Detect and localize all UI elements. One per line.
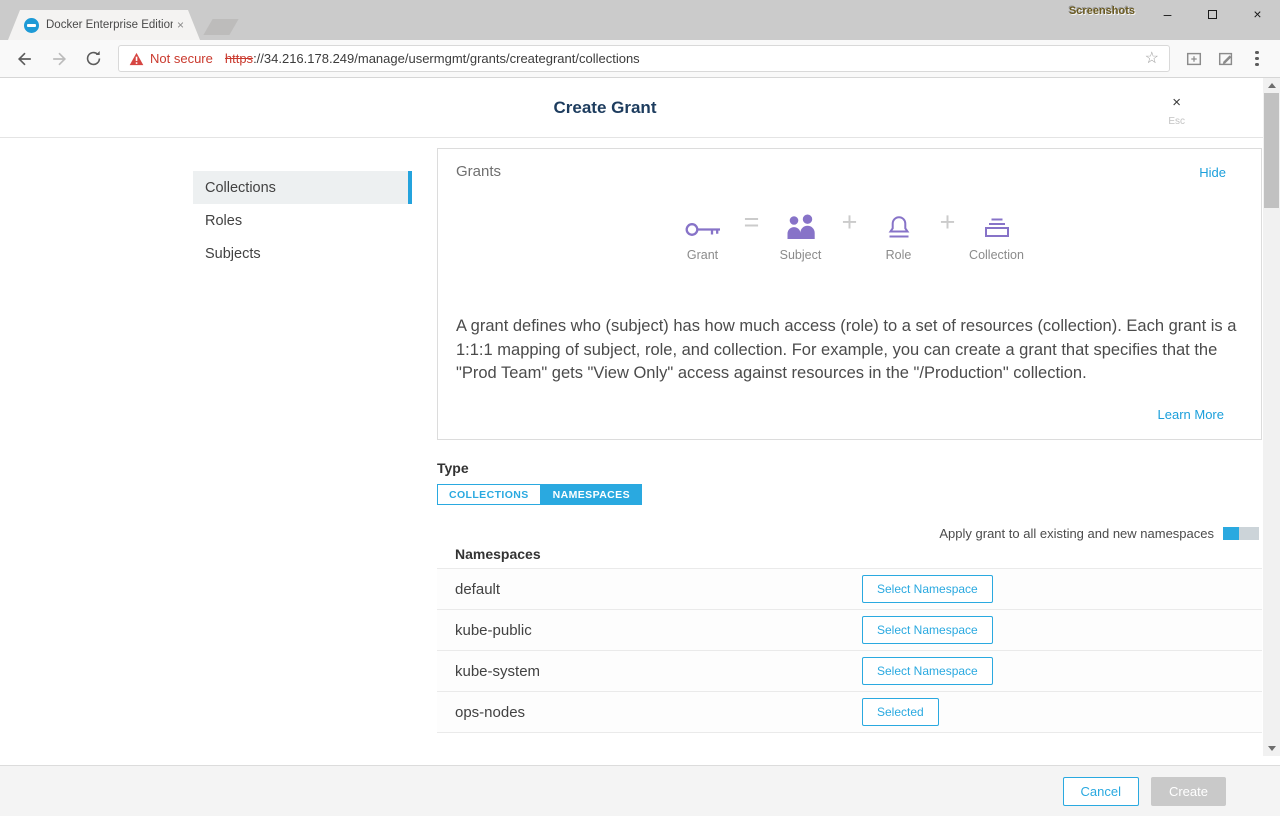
new-tab-button[interactable] [203, 19, 238, 35]
selected-namespace-button[interactable]: Selected [862, 698, 939, 726]
scroll-down-icon[interactable] [1263, 741, 1280, 756]
modal-header: Create Grant × Esc [0, 78, 1280, 138]
people-icon [784, 207, 818, 239]
scroll-up-icon[interactable] [1263, 78, 1280, 93]
table-row: default Select Namespace [437, 569, 1262, 610]
refresh-icon[interactable] [80, 46, 106, 72]
maximize-button[interactable] [1190, 0, 1235, 28]
esc-label: Esc [1168, 116, 1185, 127]
browser-toolbar: Not secure https://34.216.178.249/manage… [0, 40, 1280, 78]
maximize-icon [1208, 10, 1217, 19]
sidebar-item-collections[interactable]: Collections [193, 171, 412, 204]
apply-grant-toggle[interactable] [1223, 527, 1259, 540]
forward-icon[interactable] [46, 46, 72, 72]
close-icon[interactable]: × [1168, 95, 1185, 110]
modal-close-button[interactable]: × Esc [1168, 95, 1185, 127]
hide-link[interactable]: Hide [1199, 165, 1226, 180]
create-button[interactable]: Create [1151, 777, 1226, 806]
bell-icon [886, 207, 912, 239]
namespaces-table: default Select Namespace kube-public Sel… [437, 568, 1262, 733]
url-protocol: https [225, 51, 253, 66]
diagram-role: Role [869, 207, 929, 262]
bookmark-star-icon[interactable]: ☆ [1145, 51, 1159, 67]
diagram-label: Collection [969, 248, 1024, 262]
browser-tab[interactable]: Docker Enterprise Edition × [8, 10, 200, 40]
tab-collections[interactable]: COLLECTIONS [437, 484, 541, 505]
namespaces-header: Namespaces [455, 546, 541, 562]
back-icon[interactable] [12, 46, 38, 72]
plus-sign: + [929, 207, 967, 237]
sidebar-item-roles[interactable]: Roles [193, 204, 412, 237]
capture-extension-icon[interactable] [1183, 48, 1205, 70]
minimize-button[interactable]: – [1145, 0, 1190, 28]
type-label: Type [437, 460, 469, 476]
tab-title: Docker Enterprise Edition [46, 19, 173, 31]
docker-favicon [24, 18, 39, 33]
url-rest: ://34.216.178.249/manage/usermgmt/grants… [253, 51, 640, 66]
select-namespace-button[interactable]: Select Namespace [862, 616, 993, 644]
scrollbar-thumb[interactable] [1264, 93, 1279, 208]
create-grant-page: Create Grant × Esc Collections Roles Sub… [0, 78, 1280, 816]
diagram-label: Role [886, 248, 912, 262]
sidebar-item-label: Collections [205, 180, 276, 196]
namespace-name: default [455, 581, 862, 598]
diagram-label: Subject [780, 248, 822, 262]
window-controls: – × [1145, 0, 1280, 28]
equals-sign: = [733, 207, 771, 237]
table-row: kube-public Select Namespace [437, 610, 1262, 651]
collection-icon [983, 207, 1011, 239]
toggle-knob [1223, 527, 1239, 540]
namespace-name: kube-public [455, 622, 862, 639]
screenshots-watermark: Screenshots [1069, 5, 1135, 17]
url-text[interactable]: https://34.216.178.249/manage/usermgmt/g… [225, 51, 640, 66]
diagram-collection: Collection [967, 207, 1027, 262]
sidebar-item-label: Subjects [205, 246, 261, 262]
grant-equation-diagram: Grant = Subject + Role + [438, 207, 1261, 262]
diagram-subject: Subject [771, 207, 831, 262]
cancel-button[interactable]: Cancel [1063, 777, 1139, 806]
apply-grant-label: Apply grant to all existing and new name… [939, 526, 1214, 541]
sidebar: Collections Roles Subjects [193, 171, 412, 270]
edit-extension-icon[interactable] [1215, 48, 1237, 70]
address-bar[interactable]: Not secure https://34.216.178.249/manage… [118, 45, 1170, 72]
tab-namespaces[interactable]: NAMESPACES [541, 484, 642, 505]
scrollbar[interactable] [1263, 78, 1280, 756]
diagram-label: Grant [687, 248, 718, 262]
diagram-grant: Grant [673, 207, 733, 262]
table-row: kube-system Select Namespace [437, 651, 1262, 692]
sidebar-item-label: Roles [205, 213, 242, 229]
grants-info-panel: Grants Hide Grant = Subject + [437, 148, 1262, 440]
not-secure-label[interactable]: Not secure [150, 51, 213, 66]
main-content: Grants Hide Grant = Subject + [437, 148, 1262, 765]
namespace-name: kube-system [455, 663, 862, 680]
sidebar-item-subjects[interactable]: Subjects [193, 237, 412, 270]
select-namespace-button[interactable]: Select Namespace [862, 657, 993, 685]
type-segmented-control: COLLECTIONS NAMESPACES [437, 484, 642, 505]
apply-grant-row: Apply grant to all existing and new name… [939, 526, 1259, 541]
grants-description: A grant defines who (subject) has how mu… [456, 315, 1239, 386]
browser-menu-icon[interactable] [1248, 51, 1266, 67]
plus-sign: + [831, 207, 869, 237]
select-namespace-button[interactable]: Select Namespace [862, 575, 993, 603]
grants-panel-title: Grants [456, 163, 501, 180]
warning-triangle-icon [129, 52, 144, 66]
namespace-name: ops-nodes [455, 704, 862, 721]
close-window-button[interactable]: × [1235, 0, 1280, 28]
learn-more-link[interactable]: Learn More [1158, 407, 1224, 422]
page-title: Create Grant [0, 78, 1210, 138]
tab-close-icon[interactable]: × [177, 18, 184, 32]
table-row: ops-nodes Selected [437, 692, 1262, 733]
key-icon [684, 207, 722, 239]
browser-tab-strip: Docker Enterprise Edition × Screenshots … [0, 0, 1280, 40]
modal-footer: Cancel Create [0, 765, 1280, 816]
